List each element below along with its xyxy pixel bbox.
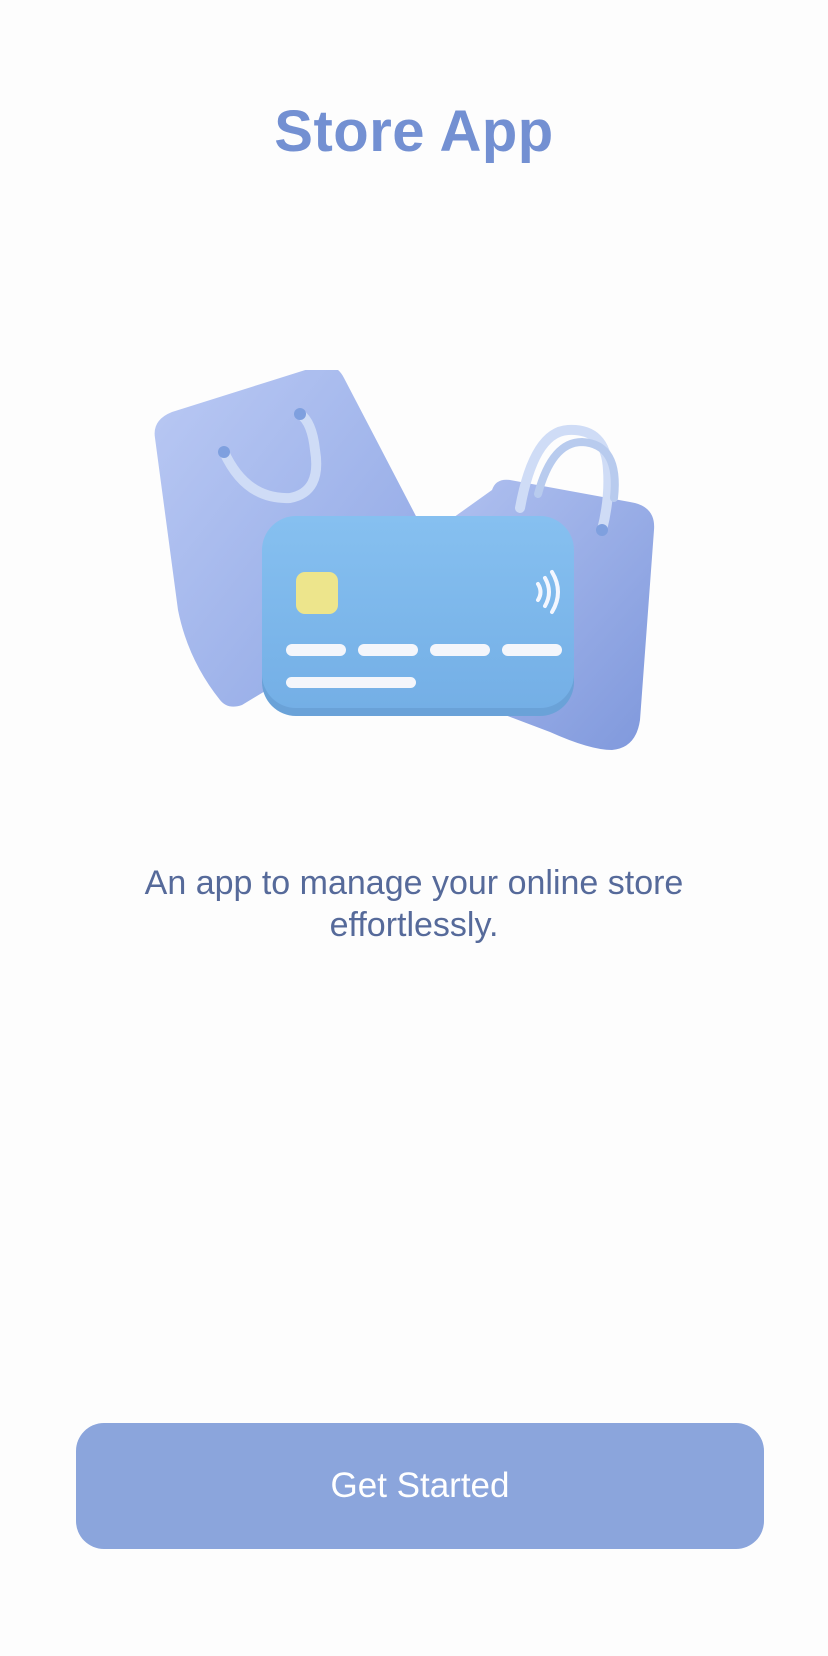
welcome-screen: Store App An app to manage your online s… xyxy=(0,0,828,1656)
hero-illustration xyxy=(150,370,690,790)
card-chip-icon xyxy=(296,572,338,614)
get-started-button[interactable]: Get Started xyxy=(76,1423,764,1549)
credit-card-icon xyxy=(262,516,574,716)
app-tagline: An app to manage your online store effor… xyxy=(144,864,684,944)
app-title: Store App xyxy=(274,99,554,164)
